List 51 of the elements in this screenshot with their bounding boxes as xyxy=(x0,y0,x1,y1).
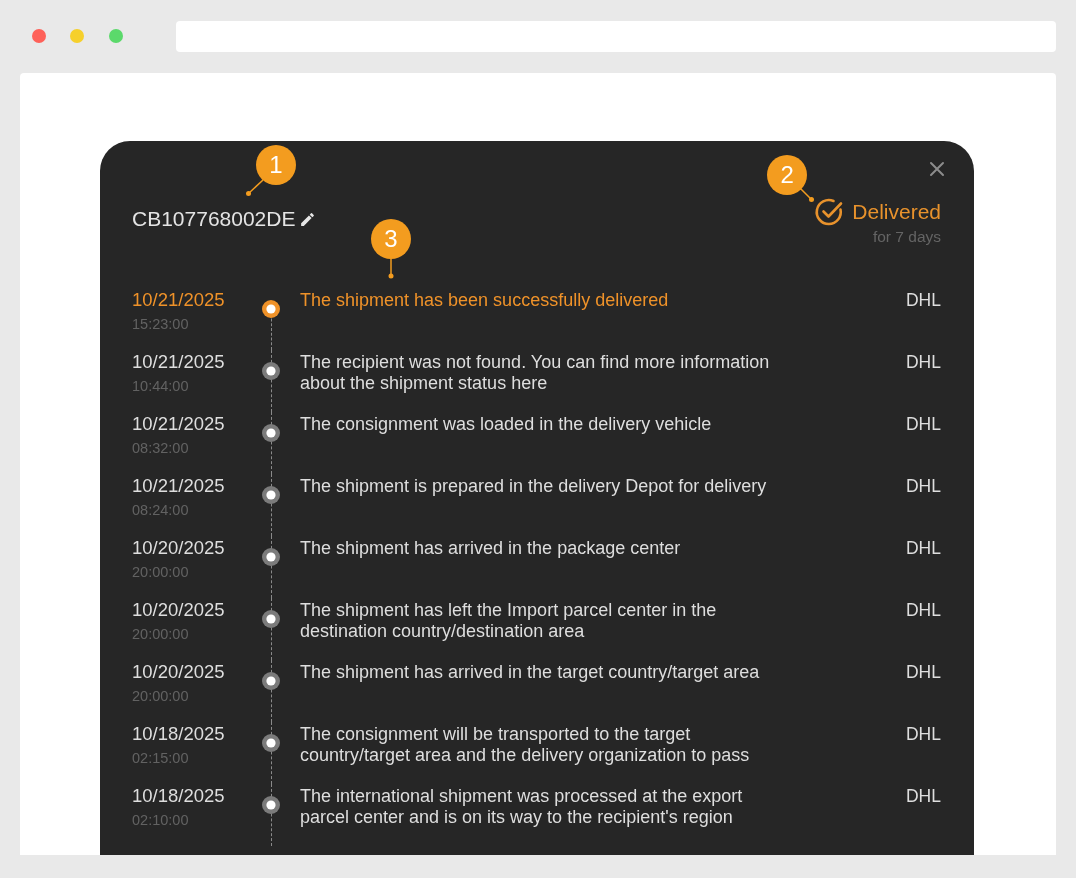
event-description: The recipient was not found. You can find more information about the shipment status here xyxy=(300,351,771,394)
carrier-name: DHL xyxy=(906,413,941,434)
tracking-number: CB107768002DE xyxy=(132,207,296,231)
carrier-name: DHL xyxy=(906,537,941,558)
carrier-name: DHL xyxy=(906,661,941,682)
carrier-name: DHL xyxy=(906,289,941,310)
check-circle-icon xyxy=(814,197,845,227)
event-time: 15:23:00 xyxy=(132,316,189,332)
event-description: The shipment has left the Import parcel center in the destination country/destination area xyxy=(300,599,718,642)
event-time: 02:15:00 xyxy=(132,750,189,766)
carrier-name: DHL xyxy=(906,723,941,744)
window-close-icon[interactable] xyxy=(32,29,46,43)
event-date: 10/18/2025 xyxy=(132,786,225,806)
carrier-name: DHL xyxy=(906,351,941,372)
event-date: 10/20/2025 xyxy=(132,538,225,558)
event-date: 10/20/2025 xyxy=(132,600,225,620)
edit-button[interactable] xyxy=(299,210,317,228)
event-date: 10/21/2025 xyxy=(132,414,225,434)
event-date: 10/20/2025 xyxy=(132,662,225,682)
callout-badge: 2 xyxy=(767,155,808,195)
carrier-name: DHL xyxy=(906,475,941,496)
event-date: 10/21/2025 xyxy=(132,476,225,496)
event-description: The shipment has been successfully delivered xyxy=(300,289,669,311)
event-date: 10/21/2025 xyxy=(132,290,225,310)
event-description: The shipment has arrived in the package center xyxy=(300,537,681,559)
carrier-name: DHL xyxy=(906,599,941,620)
event-date: 10/21/2025 xyxy=(132,352,225,372)
event-time: 20:00:00 xyxy=(132,688,189,704)
event-time: 02:10:00 xyxy=(132,812,189,828)
event-time: 20:00:00 xyxy=(132,626,189,642)
event-description: The consignment was loaded in the delivery vehicle xyxy=(300,413,712,435)
callout-badge: 3 xyxy=(371,219,411,259)
event-description: The shipment is prepared in the delivery Depot for delivery xyxy=(300,475,767,497)
event-description: The consignment will be transported to the target country/target area and the delivery organization to pass xyxy=(300,723,751,766)
event-time: 08:24:00 xyxy=(132,502,189,518)
leader-line xyxy=(388,259,394,279)
event-description: The international shipment was processed at the export parcel center and is on its way to the recipient's region xyxy=(300,785,744,828)
leader-line xyxy=(799,187,816,203)
event-time: 10:44:00 xyxy=(132,378,189,394)
carrier-name: DHL xyxy=(906,785,941,806)
window-zoom-icon[interactable] xyxy=(109,29,123,43)
event-time: 08:32:00 xyxy=(132,440,189,456)
leader-line xyxy=(245,179,265,197)
status-duration: for 7 days xyxy=(872,229,941,245)
callout-badge: 1 xyxy=(256,145,296,185)
event-date: 10/18/2025 xyxy=(132,724,225,744)
event-description: The shipment has arrived in the target country/target area xyxy=(300,661,760,683)
event-time: 20:00:00 xyxy=(132,564,189,580)
window-minimize-icon[interactable] xyxy=(70,29,84,43)
status-label: Delivered xyxy=(852,199,941,225)
close-button[interactable] xyxy=(929,161,945,177)
